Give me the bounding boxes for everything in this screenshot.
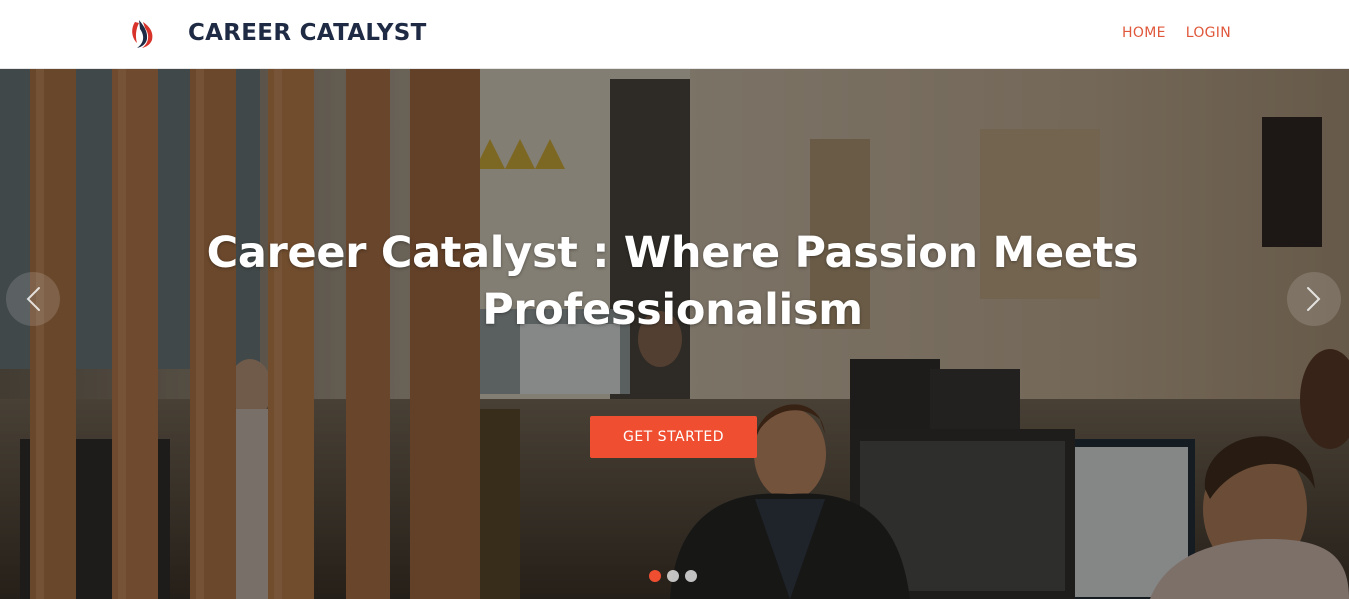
hero-headline: Career Catalyst : Where Passion Meets Pr… [206, 228, 1139, 335]
carousel-indicator-2[interactable] [667, 570, 679, 582]
carousel-next-button[interactable] [1287, 272, 1341, 326]
brand-name[interactable]: CAREER CATALYST [188, 20, 427, 46]
carousel-indicator-3[interactable] [685, 570, 697, 582]
main-nav: HOME LOGIN [1122, 25, 1231, 41]
site-header: CAREER CATALYST HOME LOGIN [0, 0, 1349, 69]
nav-home-link[interactable]: HOME [1122, 25, 1166, 41]
flame-logo-icon[interactable] [128, 17, 158, 49]
carousel-prev-button[interactable] [6, 272, 60, 326]
hero-carousel: Career Catalyst : Where Passion Meets Pr… [0, 69, 1349, 599]
get-started-button[interactable]: GET STARTED [590, 416, 757, 458]
chevron-right-icon [1307, 287, 1321, 311]
carousel-indicators [649, 570, 697, 582]
carousel-indicator-1[interactable] [649, 570, 661, 582]
chevron-left-icon [26, 287, 40, 311]
nav-login-link[interactable]: LOGIN [1186, 25, 1231, 41]
